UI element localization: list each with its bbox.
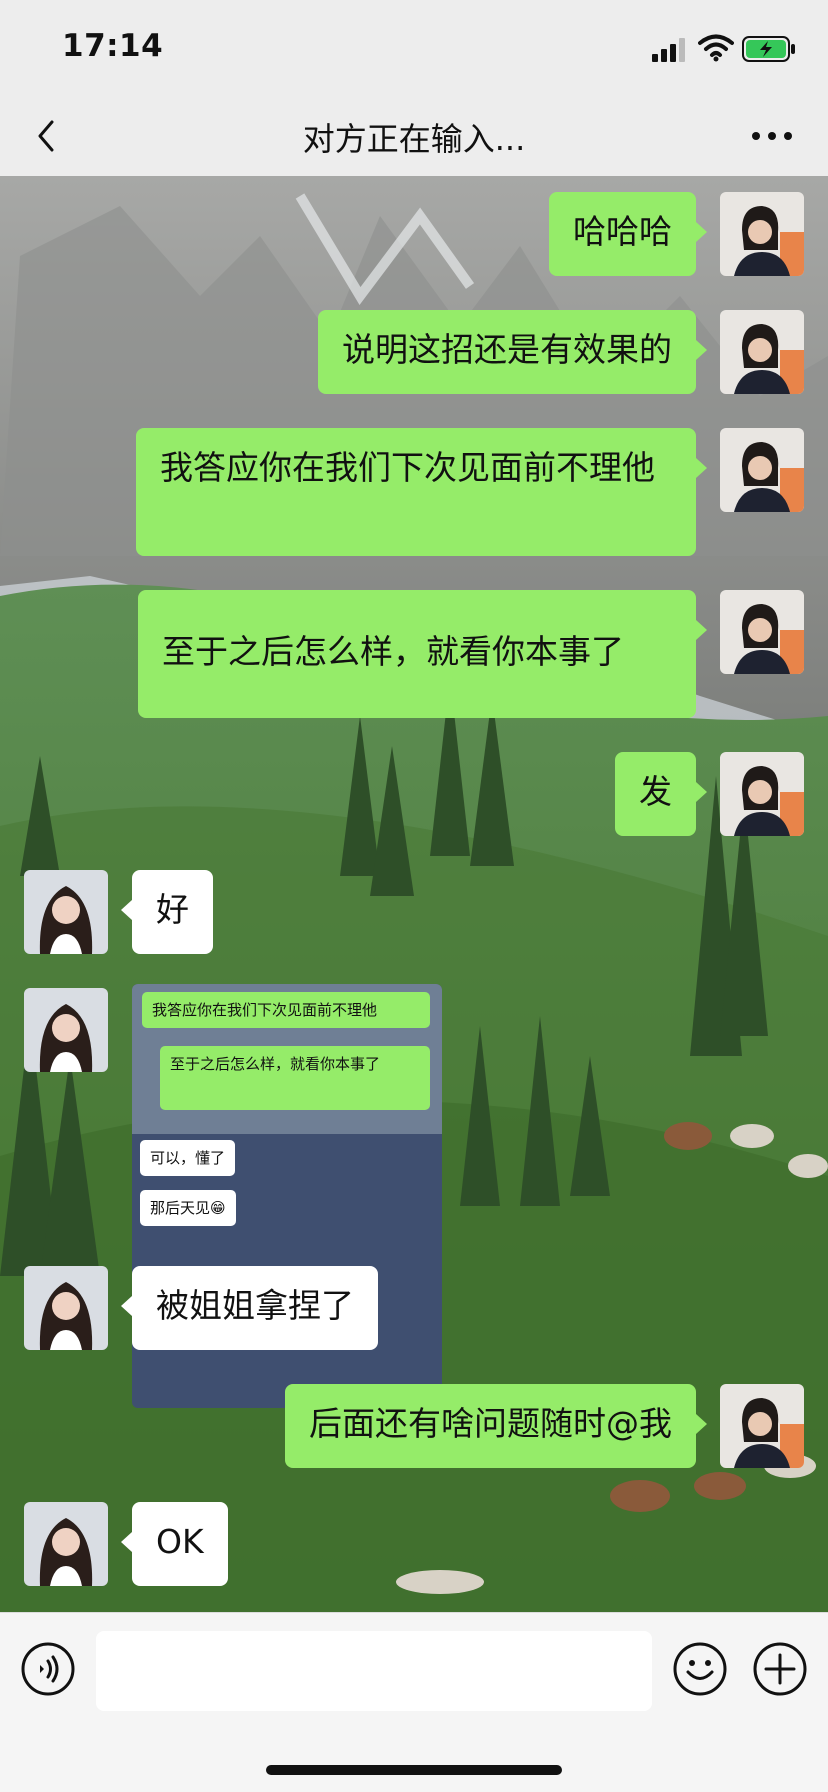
status-time: 17:14 [62,28,164,64]
screenshot-line: 至于之后怎么样，就看你本事了 [160,1046,430,1110]
contact-avatar[interactable] [24,988,108,1072]
my-avatar[interactable] [720,752,804,836]
screenshot-line: 可以，懂了 [140,1140,236,1176]
screenshot-line: 我答应你在我们下次见面前不理他 [142,992,430,1028]
signal-icon [652,38,685,62]
message-bubble-mine[interactable]: 我答应你在我们下次见面前不理他 [136,428,696,556]
message-input[interactable] [96,1631,652,1711]
my-avatar[interactable] [720,428,804,512]
bubble-tail [696,620,707,640]
plus-icon[interactable] [752,1641,808,1697]
wifi-icon [698,34,734,62]
message-bubble-theirs[interactable]: 被姐姐拿捏了 [132,1266,378,1350]
input-bar [0,1612,828,1792]
more-icon[interactable] [748,124,796,148]
bubble-tail [696,340,707,360]
contact-avatar[interactable] [24,1266,108,1350]
chat-area[interactable]: 哈哈哈 说明这招还是有效果的 我答应你在我们下次见面前不理他 至于之后怎么样，就… [0,176,828,1612]
message-bubble-theirs[interactable]: 好 [132,870,213,954]
home-indicator[interactable] [266,1765,562,1775]
nav-bar: 对方正在输入... [0,96,828,176]
message-bubble-mine[interactable]: 后面还有啥问题随时@我 [285,1384,696,1468]
message-bubble-mine[interactable]: 说明这招还是有效果的 [318,310,696,394]
message-bubble-mine[interactable]: 哈哈哈 [549,192,696,276]
contact-avatar[interactable] [24,870,108,954]
bubble-tail [121,1532,132,1552]
message-bubble-mine[interactable]: 发 [615,752,696,836]
my-avatar[interactable] [720,1384,804,1468]
battery-icon [742,36,795,62]
bubble-tail [696,458,707,478]
bubble-tail [696,222,707,242]
emoji-icon[interactable] [672,1641,728,1697]
contact-avatar[interactable] [24,1502,108,1586]
my-avatar[interactable] [720,192,804,276]
message-bubble-theirs[interactable]: OK [132,1502,228,1586]
screenshot-line: 那后天见😁 [140,1190,236,1226]
message-bubble-mine[interactable]: 至于之后怎么样，就看你本事了 [138,590,696,718]
bubble-tail [696,1414,707,1434]
bubble-tail [696,782,707,802]
my-avatar[interactable] [720,590,804,674]
chat-title: 对方正在输入... [302,120,526,158]
status-bar: 17:14 [0,0,828,96]
voice-icon[interactable] [20,1641,76,1697]
bubble-tail [121,900,132,920]
bubble-tail [121,1296,132,1316]
my-avatar[interactable] [720,310,804,394]
